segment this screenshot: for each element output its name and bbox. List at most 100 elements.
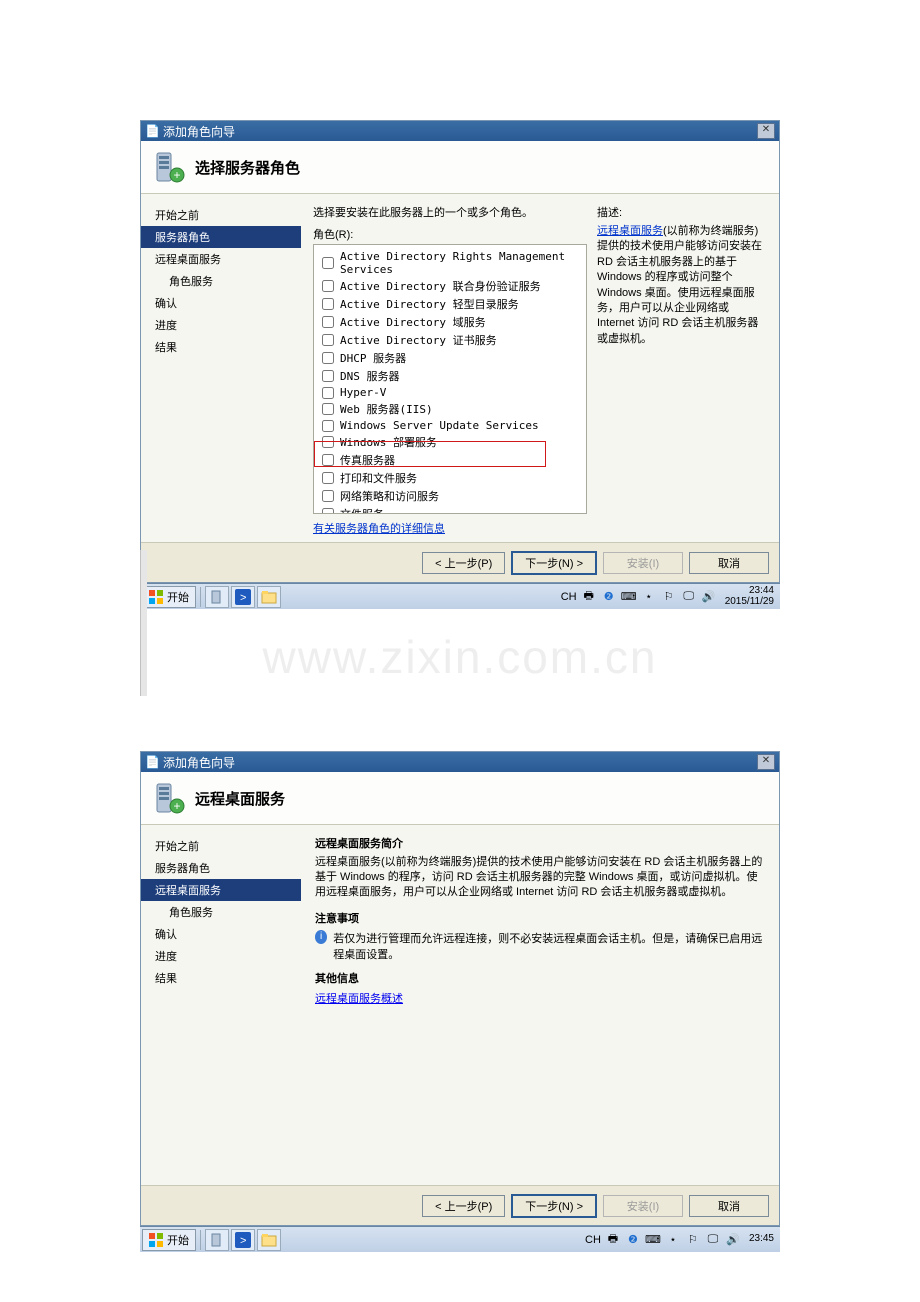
role-checkbox[interactable] [322,420,334,432]
role-row[interactable]: DHCP 服务器 [318,349,582,367]
role-label: 文件服务 [340,506,384,514]
roles-list[interactable]: Active Directory Rights Management Servi… [313,244,587,514]
notes-heading: 注意事项 [315,910,765,926]
start-button[interactable]: 开始 [142,1229,196,1251]
sidebar-item[interactable]: 进度 [141,945,301,967]
role-checkbox[interactable] [322,472,334,484]
tray-printer-icon[interactable]: 🖶 [605,1232,621,1248]
wizard-icon: 📄 [145,124,159,138]
role-checkbox[interactable] [322,370,334,382]
taskbar: 开始 > CH 🖶 ❷ ⌨ ⋆ ⚐ 🖵 🔊 23:45 [140,1226,780,1252]
taskbar-server-manager[interactable] [205,1229,229,1251]
install-button: 安装(I) [603,552,683,574]
windows-flag-icon [149,590,163,604]
role-row[interactable]: Active Directory 联合身份验证服务 [318,277,582,295]
tray-volume-icon[interactable]: 🔊 [725,1232,741,1248]
tray-help-icon[interactable]: ❷ [625,1232,641,1248]
role-row[interactable]: Web 服务器(IIS) [318,400,582,418]
prev-button[interactable]: < 上一步(P) [422,552,505,574]
cancel-button[interactable]: 取消 [689,552,769,574]
taskbar-separator [200,1230,201,1250]
tray-lang[interactable]: CH [585,1232,601,1248]
roles-detail-link[interactable]: 有关服务器角色的详细信息 [313,523,445,535]
role-row[interactable]: Hyper-V [318,385,582,400]
tray-flag-icon[interactable]: ⚐ [661,589,677,605]
sidebar-item[interactable]: 角色服务 [141,270,301,292]
sidebar-item[interactable]: 确认 [141,923,301,945]
role-checkbox[interactable] [322,436,334,448]
intro-text: 远程桌面服务(以前称为终端服务)提供的技术使用户能够访问安装在 RD 会话主机服… [315,855,765,900]
sidebar-item[interactable]: 服务器角色 [141,226,301,248]
cancel-button[interactable]: 取消 [689,1195,769,1217]
role-checkbox[interactable] [322,257,334,269]
role-checkbox[interactable] [322,334,334,346]
role-row[interactable]: 传真服务器 [318,451,582,469]
tray-keyboard-icon[interactable]: ⌨ [645,1232,661,1248]
sidebar-item[interactable]: 服务器角色 [141,857,301,879]
wizard-footer: < 上一步(P) 下一步(N) > 安装(I) 取消 [141,542,779,582]
sidebar-item[interactable]: 结果 [141,336,301,358]
prev-button[interactable]: < 上一步(P) [422,1195,505,1217]
sidebar-item[interactable]: 开始之前 [141,835,301,857]
tray-clock[interactable]: 23:44 2015/11/29 [721,586,778,607]
start-button[interactable]: 开始 [142,586,196,608]
tray-expand-icon[interactable]: ⋆ [665,1232,681,1248]
close-button[interactable]: ✕ [757,754,775,770]
next-button[interactable]: 下一步(N) > [511,551,597,575]
role-row[interactable]: Windows Server Update Services [318,418,582,433]
tray-keyboard-icon[interactable]: ⌨ [621,589,637,605]
tray-time: 23:45 [749,1234,774,1245]
description-link[interactable]: 远程桌面服务 [597,225,663,237]
tray-flag-icon[interactable]: ⚐ [685,1232,701,1248]
next-button[interactable]: 下一步(N) > [511,1194,597,1218]
svg-text:+: + [173,799,180,813]
role-row[interactable]: 打印和文件服务 [318,469,582,487]
taskbar-explorer[interactable] [257,586,281,608]
sidebar-item[interactable]: 远程桌面服务 [141,248,301,270]
tray-help-icon[interactable]: ❷ [601,589,617,605]
taskbar-explorer[interactable] [257,1229,281,1251]
role-checkbox[interactable] [322,454,334,466]
role-row[interactable]: DNS 服务器 [318,367,582,385]
sidebar-item[interactable]: 角色服务 [141,901,301,923]
tray-volume-icon[interactable]: 🔊 [701,589,717,605]
role-row[interactable]: Windows 部署服务 [318,433,582,451]
taskbar-powershell[interactable]: > [231,1229,255,1251]
role-checkbox[interactable] [322,298,334,310]
notes-text: 若仅为进行管理而允许远程连接，则不必安装远程桌面会话主机。但是，请确保已启用远程… [333,930,765,962]
tray-clock[interactable]: 23:45 [745,1234,778,1245]
sidebar-item[interactable]: 开始之前 [141,204,301,226]
role-row[interactable]: 网络策略和访问服务 [318,487,582,505]
taskbar-server-manager[interactable] [205,586,229,608]
window-title: 添加角色向导 [163,123,235,140]
taskbar-powershell[interactable]: > [231,586,255,608]
role-checkbox[interactable] [322,403,334,415]
role-row[interactable]: Active Directory Rights Management Servi… [318,249,582,277]
role-checkbox[interactable] [322,316,334,328]
sidebar-item[interactable]: 进度 [141,314,301,336]
document-scrollbar[interactable] [140,550,147,696]
tray-display-icon[interactable]: 🖵 [705,1232,721,1248]
role-row[interactable]: 文件服务 [318,505,582,514]
tray-display-icon[interactable]: 🖵 [681,589,697,605]
wizard-window-1: 📄 添加角色向导 ✕ + 选择服务器角色 开始之前服务器角色远程桌面服务角色服务… [140,120,780,583]
close-button[interactable]: ✕ [757,123,775,139]
role-row[interactable]: Active Directory 证书服务 [318,331,582,349]
role-checkbox[interactable] [322,387,334,399]
role-row[interactable]: Active Directory 域服务 [318,313,582,331]
tray-expand-icon[interactable]: ⋆ [641,589,657,605]
sidebar-item[interactable]: 远程桌面服务 [141,879,301,901]
tray-lang[interactable]: CH [561,589,577,605]
roles-label: 角色(R): [313,226,587,242]
overview-link[interactable]: 远程桌面服务概述 [315,993,403,1005]
install-button: 安装(I) [603,1195,683,1217]
role-checkbox[interactable] [322,352,334,364]
role-row[interactable]: Active Directory 轻型目录服务 [318,295,582,313]
tray-printer-icon[interactable]: 🖶 [581,589,597,605]
tray-time: 23:44 [725,586,774,597]
role-checkbox[interactable] [322,508,334,514]
sidebar-item[interactable]: 确认 [141,292,301,314]
role-checkbox[interactable] [322,490,334,502]
role-checkbox[interactable] [322,280,334,292]
sidebar-item[interactable]: 结果 [141,967,301,989]
